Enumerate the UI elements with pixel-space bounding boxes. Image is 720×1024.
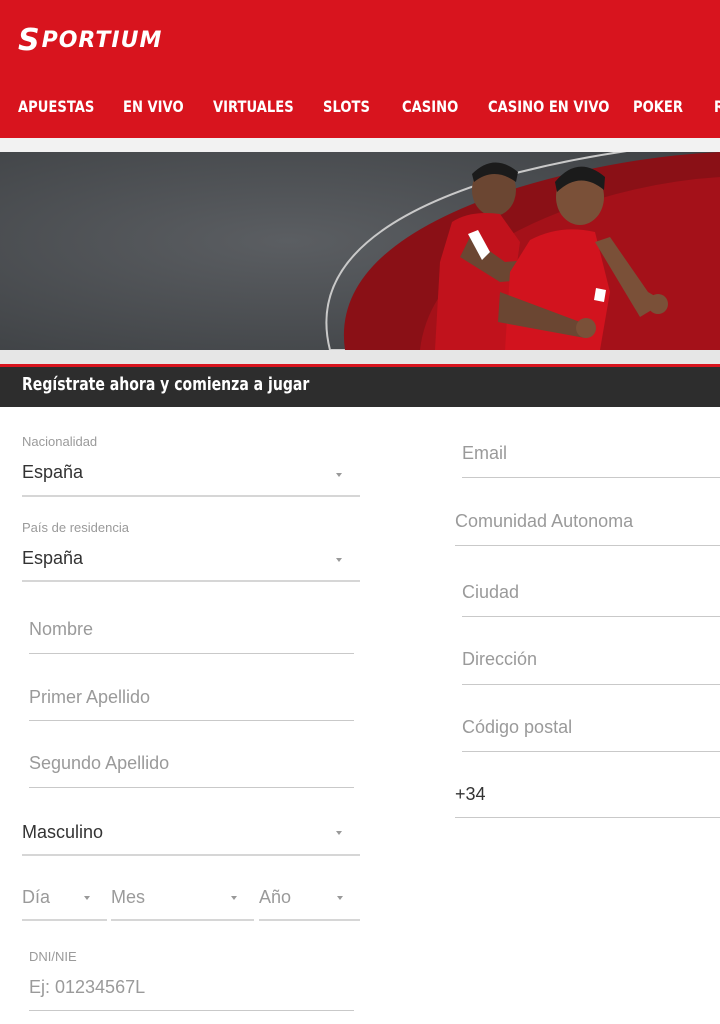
city-placeholder: Ciudad	[462, 582, 520, 602]
registration-header: Regístrate ahora y comienza a jugar	[0, 364, 720, 407]
chevron-down-icon	[336, 831, 342, 835]
gender-select[interactable]: Masculino	[22, 812, 360, 856]
residence-label: País de residencia	[22, 520, 129, 535]
logo-text: PORTIUM	[41, 27, 163, 53]
region-field[interactable]: Comunidad Autonoma	[455, 502, 720, 546]
dni-field[interactable]: DNI/NIE Ej: 01234567L	[29, 944, 354, 1011]
main-nav: APUESTAS EN VIVO VIRTUALES SLOTS CASINO …	[0, 92, 720, 122]
region-placeholder: Comunidad Autonoma	[455, 511, 634, 531]
city-field[interactable]: Ciudad	[462, 573, 720, 617]
email-placeholder: Email	[462, 443, 508, 463]
last-name-2-placeholder: Segundo Apellido	[29, 753, 170, 773]
gender-value: Masculino	[22, 822, 104, 842]
last-name-2-field[interactable]: Segundo Apellido	[29, 744, 354, 788]
last-name-1-field[interactable]: Primer Apellido	[29, 677, 354, 721]
residence-value: España	[22, 548, 84, 568]
nav-item-poker[interactable]: POKER	[633, 92, 683, 122]
nationality-value: España	[22, 462, 84, 482]
chevron-down-icon	[337, 896, 343, 900]
birth-year-placeholder: Año	[259, 887, 292, 907]
residence-select[interactable]: País de residencia España	[22, 515, 360, 582]
email-field[interactable]: Email	[462, 434, 720, 478]
first-name-placeholder: Nombre	[29, 619, 94, 639]
address-placeholder: Dirección	[462, 649, 538, 669]
birth-day-select[interactable]: Día	[22, 877, 107, 921]
nav-item-casino[interactable]: CASINO	[402, 92, 458, 122]
birth-month-select[interactable]: Mes	[111, 877, 254, 921]
postal-code-placeholder: Código postal	[462, 717, 573, 737]
first-name-field[interactable]: Nombre	[29, 610, 354, 654]
last-name-1-placeholder: Primer Apellido	[29, 687, 151, 707]
phone-prefix: +34	[455, 784, 486, 804]
nav-item-apuestas[interactable]: APUESTAS	[18, 92, 94, 122]
chevron-down-icon	[84, 896, 90, 900]
birth-year-select[interactable]: Año	[259, 877, 360, 921]
dni-label: DNI/NIE	[29, 949, 77, 964]
nationality-label: Nacionalidad	[22, 434, 98, 449]
chevron-down-icon	[231, 896, 237, 900]
chevron-down-icon	[336, 558, 342, 562]
chevron-down-icon	[336, 473, 342, 477]
banner-separator	[0, 350, 720, 364]
nav-item-slots[interactable]: SLOTS	[323, 92, 370, 122]
address-field[interactable]: Dirección	[462, 640, 720, 685]
nav-item-en-vivo[interactable]: EN VIVO	[123, 92, 184, 122]
birth-day-placeholder: Día	[22, 887, 51, 907]
nav-item-casino-en-vivo[interactable]: CASINO EN VIVO	[488, 92, 609, 122]
birth-month-placeholder: Mes	[111, 887, 146, 907]
sportium-logo[interactable]: S PORTIUM	[18, 22, 163, 58]
postal-code-field[interactable]: Código postal	[462, 708, 720, 752]
nav-item-virtuales[interactable]: VIRTUALES	[213, 92, 294, 122]
header-gap	[0, 138, 720, 152]
dni-placeholder: Ej: 01234567L	[29, 977, 146, 997]
banner-illustration	[0, 152, 720, 350]
nav-item-partial[interactable]: R	[714, 92, 720, 122]
registration-title: Regístrate ahora y comienza a jugar	[22, 374, 310, 395]
phone-field[interactable]: +34	[455, 774, 720, 818]
logo-initial: S	[18, 22, 41, 58]
nationality-select[interactable]: Nacionalidad España	[22, 430, 360, 497]
promo-banner[interactable]	[0, 152, 720, 350]
site-header: S PORTIUM APUESTAS EN VIVO VIRTUALES SLOT…	[0, 0, 720, 138]
